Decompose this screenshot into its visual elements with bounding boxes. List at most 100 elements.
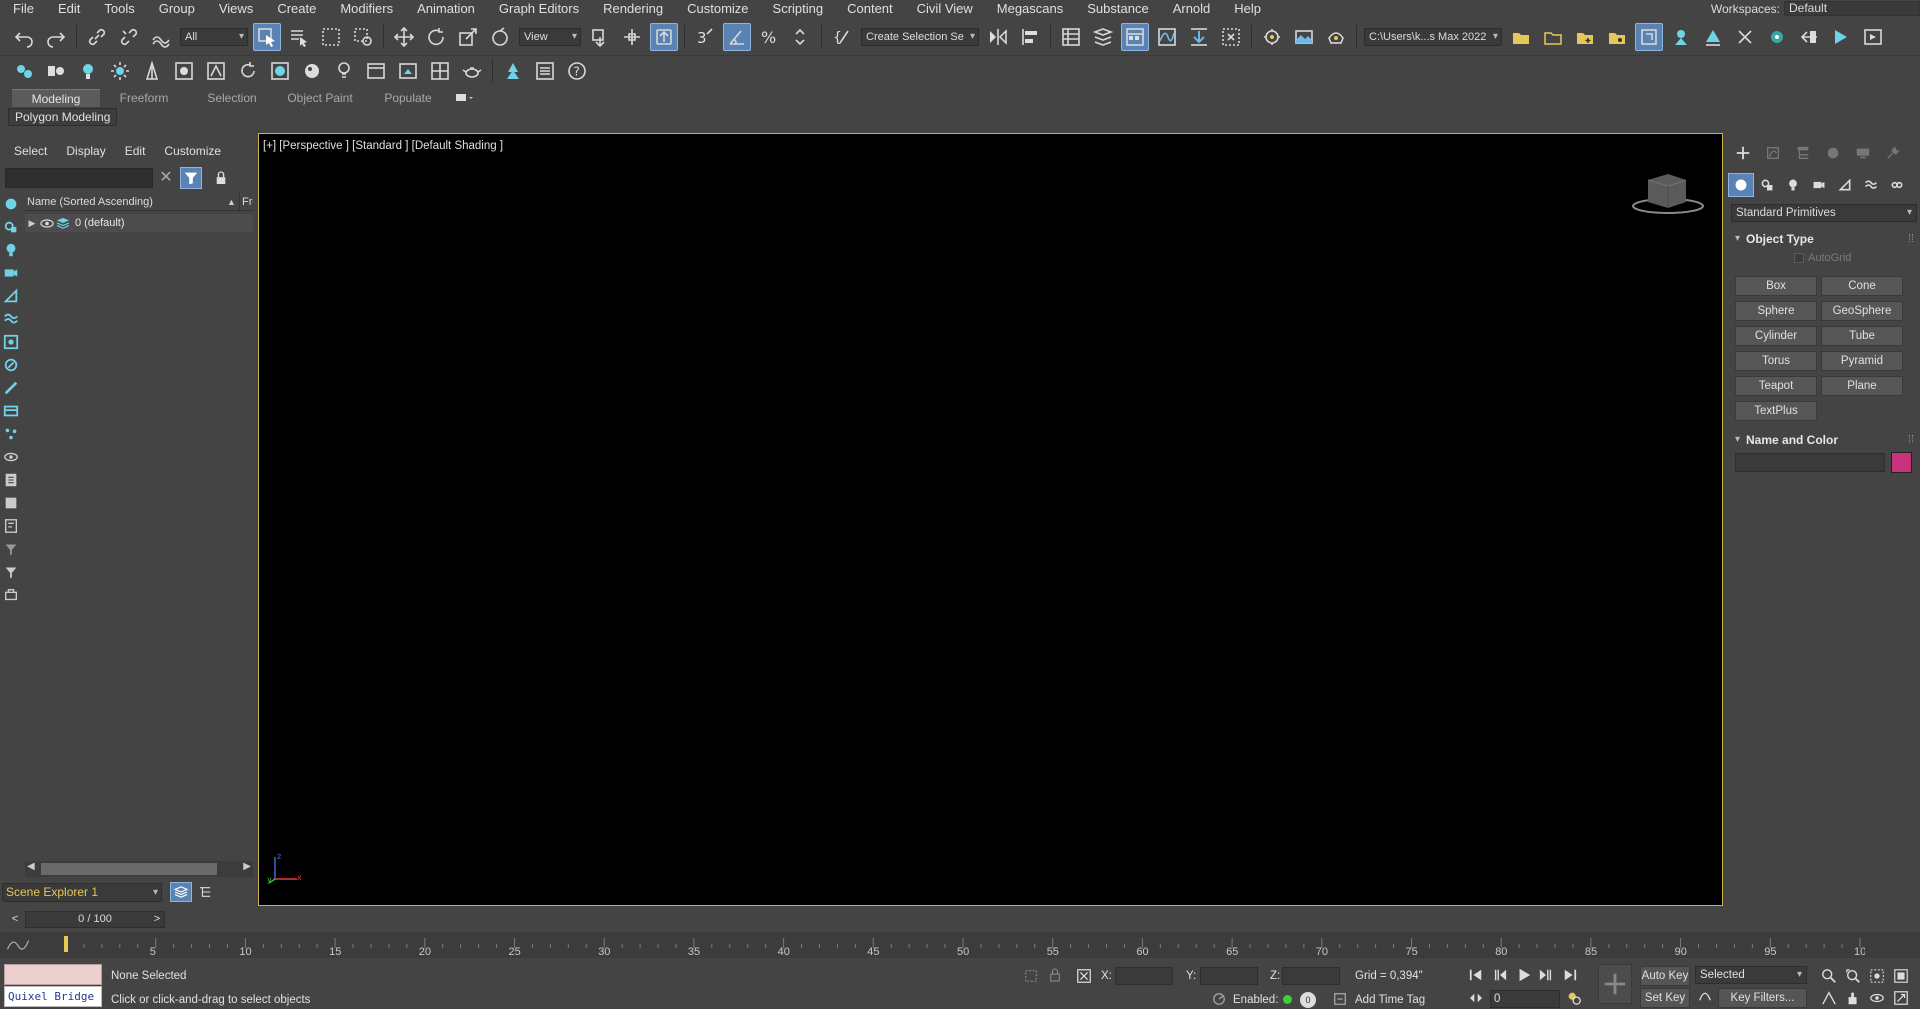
create-tab-icon[interactable] [1728,140,1758,166]
key-filters-button[interactable]: Key Filters... [1718,988,1807,1008]
space-warps-category-icon[interactable] [1858,173,1884,197]
menu-views[interactable]: Views [207,0,265,17]
play-icon[interactable] [1516,967,1534,985]
scene-menu-edit[interactable]: Edit [125,144,146,158]
scene-menu-display[interactable]: Display [66,144,105,158]
menu-file[interactable]: File [0,0,46,17]
object-color-swatch[interactable] [1891,452,1912,473]
default-in-out-tangents-icon[interactable] [1698,988,1714,1004]
substance-icon[interactable] [1731,23,1759,51]
perspective-viewport[interactable]: [+] [Perspective ] [Standard ] [Default … [258,133,1723,906]
named-selection-sets-dropdown[interactable]: Create Selection Se [861,27,979,46]
refresh-icon[interactable] [234,57,262,85]
snaps-toggle-icon[interactable]: 3 [691,23,719,51]
arnold-ipr-icon[interactable] [1859,23,1887,51]
compound-icon[interactable] [170,57,198,85]
arnold-icon[interactable] [1763,23,1791,51]
menu-graph-editors[interactable]: Graph Editors [487,0,591,17]
set-keys-icon[interactable] [1598,964,1632,1004]
display-space-warps-icon[interactable] [2,310,20,328]
curve-editor-icon[interactable] [1153,23,1181,51]
helpers-category-icon[interactable] [1832,173,1858,197]
go-to-start-icon[interactable] [1468,968,1486,984]
workspace-dropdown[interactable]: Default [1784,1,1920,16]
display-hidden-icon[interactable] [2,448,20,466]
redo-icon[interactable] [42,23,70,51]
geosphere-button[interactable]: GeoSphere [1821,301,1903,321]
menu-substance[interactable]: Substance [1075,0,1160,17]
time-configuration-icon[interactable] [1566,990,1584,1008]
display-all-icon[interactable] [2,540,20,558]
material-editor-icon[interactable] [1217,23,1245,51]
display-particles-icon[interactable] [2,425,20,443]
filter-icon[interactable] [180,167,202,189]
project-folder-icon[interactable] [1539,23,1567,51]
column-name-header[interactable]: Name (Sorted Ascending) [27,193,153,211]
menu-animation[interactable]: Animation [405,0,487,17]
display-tab-icon[interactable] [1848,140,1878,166]
grid-helper-icon[interactable] [426,57,454,85]
render-setup-icon[interactable] [1258,23,1286,51]
spinner-snap-icon[interactable] [787,23,815,51]
compact-icon[interactable] [1635,22,1663,51]
tab-object-paint[interactable]: Object Paint [276,89,364,107]
sphere-button[interactable]: Sphere [1735,301,1817,321]
display-xrefs-icon[interactable] [2,356,20,374]
window-crossing-icon[interactable] [349,23,377,51]
scene-menu-customize[interactable]: Customize [164,144,221,158]
torus-button[interactable]: Torus [1735,351,1817,371]
scene-explorer-name-dropdown[interactable]: Scene Explorer 1 [2,882,162,902]
bind-space-warp-icon[interactable] [147,23,175,51]
create-shapes-icon[interactable] [42,57,70,85]
display-references-icon[interactable] [2,517,20,535]
create-project-icon[interactable] [1571,23,1599,51]
absolute-mode-icon[interactable] [1076,968,1094,986]
terrain-icon[interactable] [202,57,230,85]
unlink-icon[interactable] [115,23,143,51]
enabled-counter-icon[interactable]: 0 [1300,992,1316,1008]
menu-customize[interactable]: Customize [675,0,760,17]
scene-horizontal-scrollbar[interactable]: ◀ ▶ [25,861,253,877]
display-groups-icon[interactable] [2,333,20,351]
systems-category-icon[interactable] [1884,173,1910,197]
maxscript-listener-top[interactable] [4,964,102,985]
modify-tab-icon[interactable] [1758,140,1788,166]
keyboard-shortcut-override-icon[interactable] [650,22,678,51]
reference-coordinate-dropdown[interactable]: View [519,27,581,46]
selection-filter-dropdown[interactable]: All [180,27,248,46]
zoom-all-icon[interactable] [1845,968,1863,986]
material-viewer-icon[interactable] [1795,23,1823,51]
menu-group[interactable]: Group [147,0,207,17]
rendered-frame-window-icon[interactable] [1290,23,1318,51]
invert-display-icon[interactable] [2,586,20,604]
angle-snap-icon[interactable] [723,22,751,51]
menu-modifiers[interactable]: Modifiers [328,0,405,17]
pan-view-icon[interactable] [1845,990,1863,1008]
box-button[interactable]: Box [1735,276,1817,296]
time-slider[interactable]: 0 / 100 [25,911,165,928]
display-helpers-icon[interactable] [2,287,20,305]
pivot-center-icon[interactable] [586,23,614,51]
zoom-extents-all-icon[interactable] [1893,968,1911,986]
tab-populate[interactable]: Populate [364,89,452,107]
ribbon-options-icon[interactable] [452,91,478,105]
cylinder-button[interactable]: Cylinder [1735,326,1817,346]
teapot-button[interactable]: Teapot [1735,376,1817,396]
menu-create[interactable]: Create [265,0,328,17]
display-shapes-icon[interactable] [2,218,20,236]
move-icon[interactable] [390,23,418,51]
clear-search-icon[interactable]: ✕ [158,169,174,187]
key-mode-dropdown[interactable]: Selected [1695,966,1807,984]
next-frame-button[interactable]: > [149,911,165,928]
maxscript-listener-input[interactable]: Quixel Bridge [4,986,102,1007]
menu-content[interactable]: Content [835,0,905,17]
environment-icon[interactable] [298,57,326,85]
track-bar[interactable]: 5 10 15 20 25 30 35 40 45 50 55 60 65 70 75 80 85 90 95 100 [0,932,1920,958]
scrollbar-thumb[interactable] [41,863,217,875]
hierarchy-tab-icon[interactable] [1788,140,1818,166]
megascans-icon[interactable] [1699,23,1727,51]
help-icon[interactable]: ? [563,57,591,85]
column-frozen-header[interactable]: Fro [239,193,253,211]
scatter-icon[interactable] [499,57,527,85]
eye-icon[interactable] [39,218,55,228]
